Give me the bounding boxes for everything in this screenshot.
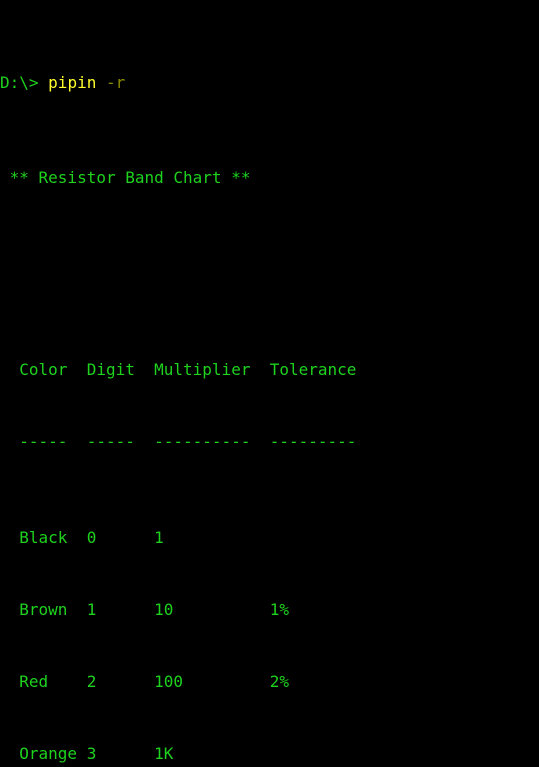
terminal-window[interactable]: D:\> pipin -r ** Resistor Band Chart ** … [0, 0, 539, 767]
shell-prompt: D:\> [0, 73, 49, 92]
command-flag: -r [96, 73, 126, 92]
table-row: Black 0 1 [0, 528, 164, 547]
table-row: Brown 1 10 1% [0, 600, 289, 619]
table-separator: ----- ----- ---------- --------- [0, 432, 357, 451]
table-row: Orange 3 1K [0, 744, 174, 763]
table-row: Red 2 100 2% [0, 672, 289, 691]
output-title: ** Resistor Band Chart ** [0, 168, 251, 187]
prompt-line: D:\> pipin -r [0, 72, 539, 94]
table-header: Color Digit Multiplier Tolerance [0, 360, 357, 379]
command-name: pipin [48, 73, 97, 92]
